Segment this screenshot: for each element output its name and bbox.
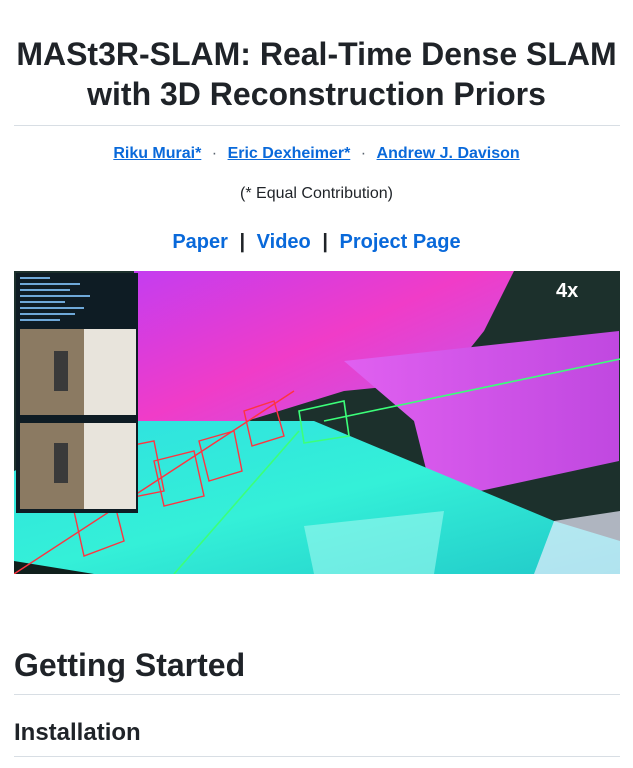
resource-links: Paper | Video | Project Page: [0, 229, 633, 255]
paper-link[interactable]: Paper: [172, 231, 228, 253]
section-heading-getting-started: Getting Started: [14, 647, 246, 683]
section-heading-installation: Installation: [14, 719, 141, 746]
video-link[interactable]: Video: [257, 231, 311, 253]
author-list: Riku Murai* · Eric Dexheimer* · Andrew J…: [0, 143, 633, 165]
title-divider: [14, 125, 620, 126]
teaser-image[interactable]: 4x: [14, 271, 620, 574]
author-separator: ·: [360, 145, 367, 162]
author-separator: ·: [211, 145, 218, 162]
title-line-2: with 3D Reconstruction Priors: [87, 76, 546, 112]
speed-badge: 4x: [556, 280, 578, 302]
author-link-riku-murai[interactable]: Riku Murai*: [113, 145, 201, 162]
link-separator: |: [322, 231, 328, 253]
title-line-1: MASt3R-SLAM: Real-Time Dense SLAM: [16, 36, 617, 72]
author-link-andrew-davison[interactable]: Andrew J. Davison: [377, 145, 520, 162]
section-divider: [14, 694, 620, 695]
author-link-eric-dexheimer[interactable]: Eric Dexheimer*: [228, 145, 351, 162]
readme-page: MASt3R-SLAM: Real-Time Dense SLAM with 3…: [0, 0, 633, 768]
section-divider: [14, 756, 620, 757]
project-page-link[interactable]: Project Page: [339, 231, 460, 253]
link-separator: |: [239, 231, 246, 253]
equal-contribution-note: (* Equal Contribution): [240, 185, 393, 202]
page-title: MASt3R-SLAM: Real-Time Dense SLAM with 3…: [0, 34, 633, 114]
